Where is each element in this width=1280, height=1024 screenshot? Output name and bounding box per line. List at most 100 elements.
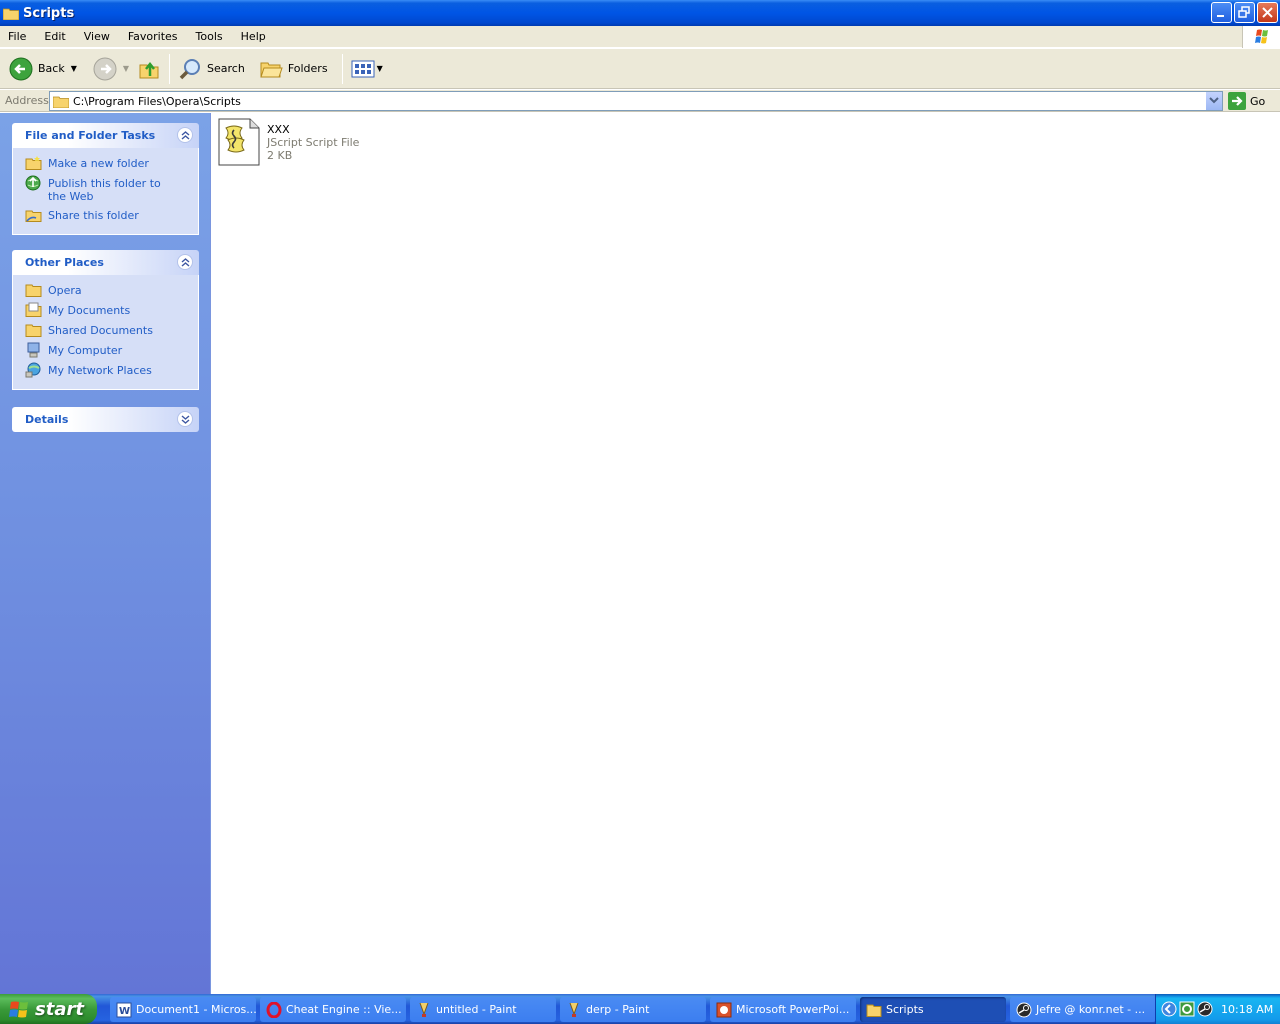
clock: 10:18 AM (1221, 1002, 1274, 1016)
start-button[interactable]: start (0, 994, 97, 1024)
toolbar: Back ▼ ▼ Search Folders ▼ (0, 49, 1280, 89)
shared-folder-icon (25, 324, 42, 337)
chevron-down-icon (1209, 97, 1219, 104)
toolbar-separator (169, 53, 171, 84)
forward-button[interactable]: ▼ (89, 53, 133, 85)
file-folder-tasks-body: Make a new folder Publish this folder to… (12, 148, 199, 235)
search-button[interactable]: Search (174, 53, 249, 85)
toolbar-separator (341, 53, 343, 84)
expand-button[interactable] (177, 411, 193, 427)
task-pane: File and Folder Tasks Make a new folder … (0, 113, 211, 994)
taskbar-item-opera[interactable]: Cheat Engine :: Vie... (260, 997, 406, 1022)
steam-tray-icon[interactable] (1197, 1001, 1213, 1017)
up-folder-button[interactable] (133, 53, 165, 85)
details-title: Details (25, 413, 69, 426)
globe-publish-icon (25, 175, 41, 191)
views-grid-icon (351, 60, 375, 77)
go-label: Go (1250, 94, 1266, 108)
address-label: Address (5, 94, 49, 107)
menu-tools[interactable]: Tools (187, 27, 232, 47)
search-label: Search (207, 62, 245, 75)
task-make-new-folder[interactable]: Make a new folder (25, 154, 198, 174)
menu-help[interactable]: Help (232, 27, 275, 47)
place-my-network-places[interactable]: My Network Places (25, 361, 198, 381)
task-publish-folder-web[interactable]: Publish this folder to the Web (25, 174, 198, 206)
taskbar-item-word[interactable]: W Document1 - Micros... (110, 997, 256, 1022)
folders-label: Folders (287, 62, 328, 75)
collapse-button[interactable] (177, 254, 193, 270)
up-folder-icon (139, 61, 159, 78)
back-arrow-icon (9, 57, 33, 80)
title-bar[interactable]: Scripts (0, 0, 1280, 26)
back-dropdown-icon[interactable]: ▼ (71, 64, 77, 73)
taskbar-item-powerpoint[interactable]: Microsoft PowerPoi... (710, 997, 856, 1022)
window-title: Scripts (23, 5, 75, 21)
details-panel: Details (12, 407, 199, 432)
file-folder-tasks-panel: File and Folder Tasks Make a new folder … (12, 123, 199, 235)
file-size: 2 KB (267, 149, 293, 162)
chevron-up-icon (181, 131, 190, 140)
system-tray: 10:18 AM (1155, 994, 1280, 1024)
menu-bar: File Edit View Favorites Tools Help (0, 26, 1280, 48)
place-my-documents[interactable]: My Documents (25, 301, 198, 321)
restore-icon (1238, 6, 1250, 18)
folder-icon (866, 1004, 882, 1017)
chevron-down-icon (181, 415, 190, 424)
task-share-folder[interactable]: Share this folder (25, 206, 198, 226)
file-view[interactable]: XXX JScript Script File 2 KB (211, 113, 1280, 994)
views-button[interactable]: ▼ (347, 53, 387, 85)
place-my-computer[interactable]: My Computer (25, 341, 198, 361)
folder-icon (3, 8, 19, 20)
place-opera[interactable]: Opera (25, 281, 198, 301)
folders-button[interactable]: Folders (255, 53, 332, 85)
paint-icon (419, 1002, 429, 1017)
taskbar-item-scripts[interactable]: Scripts (860, 997, 1006, 1022)
file-type: JScript Script File (267, 136, 360, 149)
my-documents-icon (25, 302, 42, 317)
windows-logo (1242, 26, 1280, 48)
place-shared-documents[interactable]: Shared Documents (25, 321, 198, 341)
go-button[interactable]: Go (1228, 92, 1265, 110)
chevron-up-icon (181, 258, 190, 267)
taskbar-item-paint-untitled[interactable]: untitled - Paint (410, 997, 556, 1022)
restore-button[interactable] (1234, 2, 1255, 23)
minimize-icon (1217, 15, 1224, 17)
file-folder-tasks-title: File and Folder Tasks (25, 129, 156, 142)
menu-view[interactable]: View (75, 27, 119, 47)
file-folder-tasks-header[interactable]: File and Folder Tasks (12, 123, 199, 148)
views-dropdown-icon[interactable]: ▼ (377, 64, 383, 73)
file-item[interactable]: XXX JScript Script File 2 KB (218, 118, 359, 166)
steam-icon (1016, 1002, 1032, 1017)
address-value: C:\Program Files\Opera\Scripts (73, 94, 241, 108)
search-icon (179, 58, 201, 79)
network-tray-icon[interactable] (1179, 1001, 1195, 1017)
address-input[interactable]: C:\Program Files\Opera\Scripts (49, 91, 1223, 111)
taskbar-item-steam-chat[interactable]: Jefre @ konr.net - ... (1010, 997, 1156, 1022)
address-dropdown-button[interactable] (1205, 92, 1222, 110)
taskbar-item-paint-derp[interactable]: derp - Paint (560, 997, 706, 1022)
svg-text:W: W (119, 1006, 130, 1017)
other-places-body: Opera My Documents Shared Documents My C… (12, 275, 199, 390)
powerpoint-icon (716, 1002, 732, 1017)
share-folder-icon (25, 210, 42, 222)
menu-favorites[interactable]: Favorites (119, 27, 187, 47)
go-arrow-icon (1228, 92, 1246, 110)
folder-icon (25, 284, 42, 297)
minimize-button[interactable] (1211, 2, 1232, 23)
collapse-button[interactable] (177, 127, 193, 143)
address-bar: Address C:\Program Files\Opera\Scripts G… (0, 90, 1280, 112)
details-header[interactable]: Details (12, 407, 199, 432)
tray-expand-icon[interactable] (1161, 1001, 1177, 1017)
my-computer-icon (27, 342, 40, 358)
new-folder-icon (25, 156, 42, 170)
folder-icon (53, 96, 69, 108)
other-places-header[interactable]: Other Places (12, 250, 199, 275)
other-places-panel: Other Places Opera My Documents Shared D… (12, 250, 199, 390)
forward-dropdown-icon[interactable]: ▼ (123, 64, 129, 73)
back-button[interactable]: Back ▼ (5, 53, 81, 85)
menu-file[interactable]: File (0, 27, 35, 47)
close-button[interactable] (1257, 2, 1278, 23)
menu-edit[interactable]: Edit (35, 27, 74, 47)
file-name: XXX (267, 123, 290, 136)
other-places-title: Other Places (25, 256, 104, 269)
